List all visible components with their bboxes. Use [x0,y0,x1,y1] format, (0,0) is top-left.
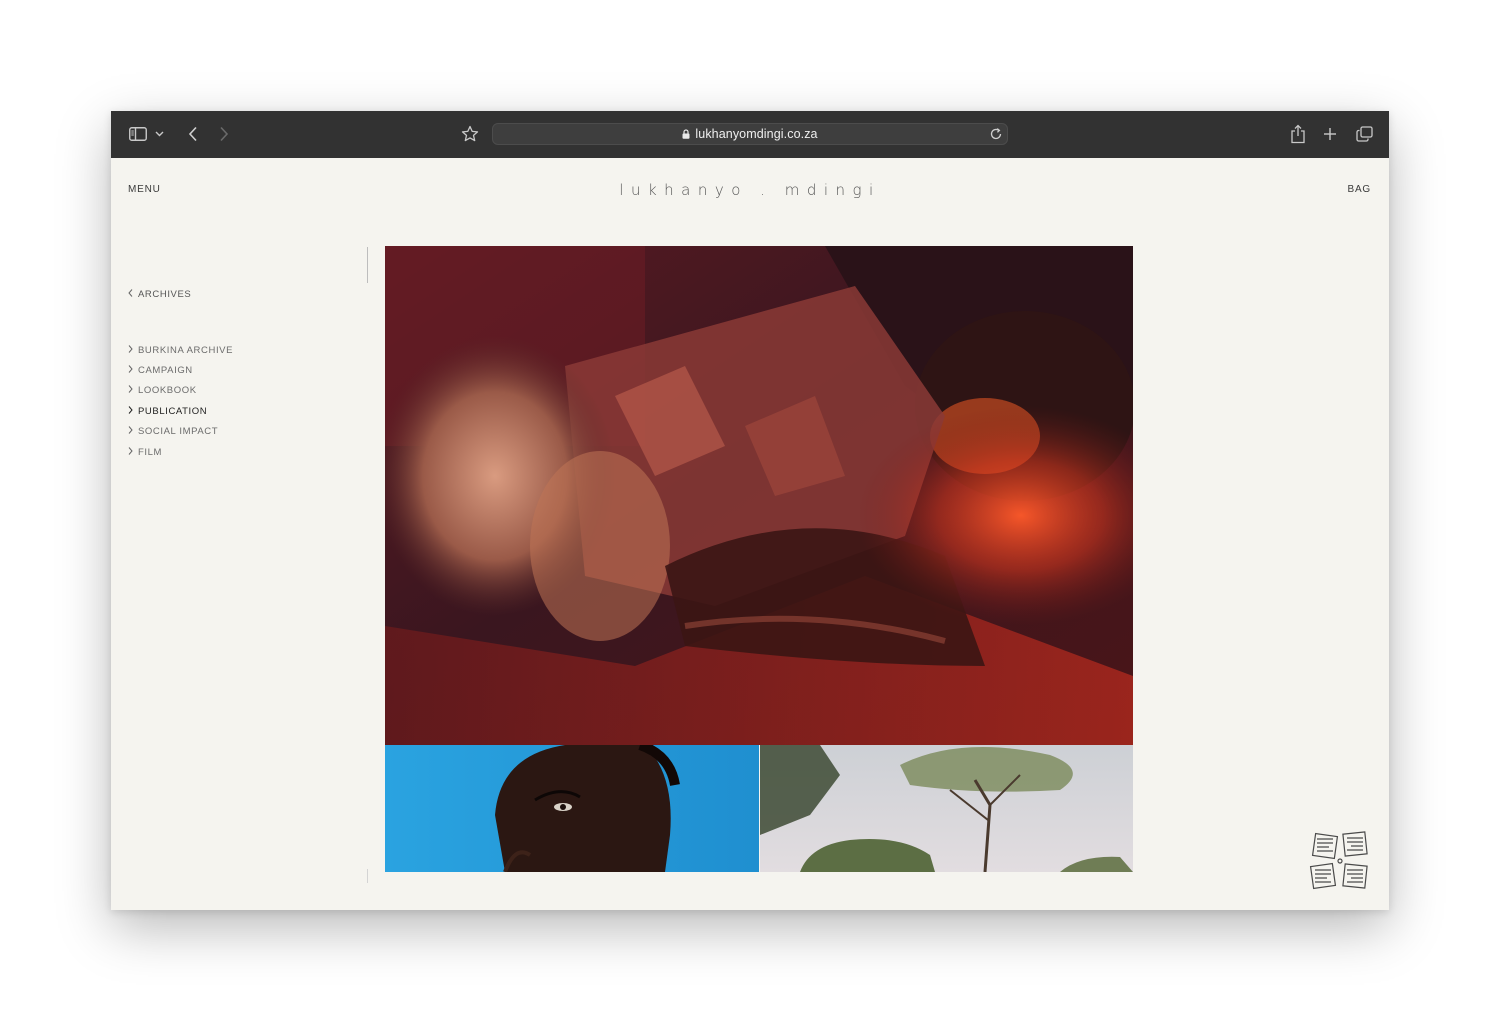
sidebar-item-label: PUBLICATION [138,405,208,417]
lock-icon [682,128,690,142]
portrait-blue-background[interactable] [385,745,759,872]
scroll-indicator-end [367,869,368,883]
sidebar-item-label: BURKINA ARCHIVE [138,344,234,356]
plus-icon[interactable] [1319,123,1341,145]
forward-icon[interactable] [213,123,235,145]
sidebar-item-label: CAMPAIGN [138,365,193,377]
sidebar-item-publication[interactable]: PUBLICATION [128,401,233,421]
tabs-icon[interactable] [1353,123,1375,145]
bag-button[interactable]: BAG [1347,184,1371,195]
tree-landscape[interactable] [760,745,1133,872]
chevron-right-icon [128,426,133,437]
logo-emblem[interactable] [1308,829,1372,893]
chevron-right-icon [128,344,133,356]
url-text: lukhanyomdingi.co.za [695,127,818,141]
sidebar-item-label: SOCIAL IMPACT [138,426,219,438]
browser-window: lukhanyomdingi.co.za MENU lukhanyo . mdi… [111,111,1389,910]
sidebar-item-burkina-archive[interactable]: BURKINA ARCHIVE [128,340,233,360]
sidebar-item-campaign[interactable]: CAMPAIGN [128,360,233,380]
site-brand[interactable]: lukhanyo . mdingi [111,181,1389,199]
sidebar-item-film[interactable]: FILM [128,442,233,462]
chevron-right-icon [128,406,133,417]
sidebar-item-label: FILM [138,446,163,458]
sidebar-item-label: LOOKBOOK [138,385,197,397]
star-icon[interactable] [459,123,481,145]
address-url: lukhanyomdingi.co.za [493,127,1007,142]
hero-portrait-red[interactable] [385,246,1133,745]
chevron-down-icon[interactable] [152,123,166,145]
chevron-right-icon [128,385,133,396]
sidebar-item-lookbook[interactable]: LOOKBOOK [128,381,233,401]
share-icon[interactable] [1287,123,1309,145]
sidebar-nav: BURKINA ARCHIVE CAMPAIGN LOOKBOOK PUBLIC… [128,340,233,462]
browser-toolbar: lukhanyomdingi.co.za [111,111,1389,158]
reload-icon[interactable] [989,127,1003,141]
archives-label: ARCHIVES [138,289,192,300]
sidebar-icon[interactable] [127,123,149,145]
chevron-left-icon [128,289,133,300]
archives-back-link[interactable]: ARCHIVES [128,289,191,300]
address-bar[interactable]: lukhanyomdingi.co.za [492,123,1008,145]
scroll-indicator[interactable] [367,247,368,283]
sidebar-item-social-impact[interactable]: SOCIAL IMPACT [128,422,233,442]
back-icon[interactable] [182,123,204,145]
chevron-right-icon [128,446,133,458]
chevron-right-icon [128,365,133,376]
